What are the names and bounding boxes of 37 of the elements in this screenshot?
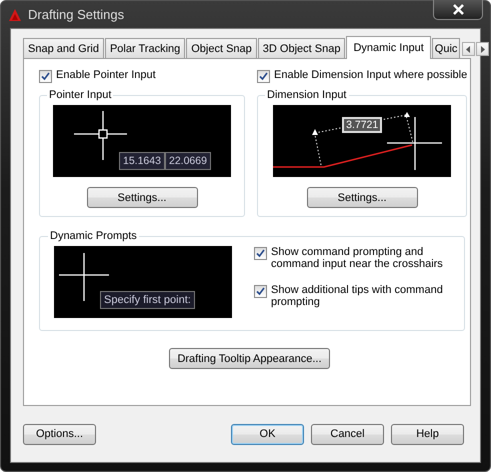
checkbox[interactable] [254, 247, 267, 260]
tab[interactable]: Polar Tracking [104, 38, 186, 58]
checkbox[interactable] [257, 70, 270, 83]
checkbox-label: Show command prompting and command input near the crosshairs [271, 246, 444, 270]
settings-button[interactable]: Settings... [306, 187, 418, 208]
tab[interactable]: Quic [432, 38, 460, 58]
group-title: Dimension Input [266, 89, 348, 101]
checkbox-label: Show additional tips with command prompting [271, 284, 444, 308]
tooltip-appearance-button[interactable]: Drafting Tooltip Appearance... [169, 348, 330, 369]
checkbox[interactable] [39, 70, 52, 83]
checkbox-label: Enable Pointer Input [56, 69, 156, 81]
crosshair-drawing [386, 116, 443, 171]
scroll-right-button[interactable] [476, 42, 490, 56]
tab[interactable]: Snap and Grid [23, 38, 104, 58]
close-button[interactable] [433, 0, 483, 20]
cancel-button[interactable]: Cancel [311, 424, 384, 444]
close-icon [452, 4, 464, 15]
prompt-tooltip: Specify first point: [100, 291, 195, 309]
tab[interactable]: Object Snap [186, 38, 257, 58]
tab[interactable]: 3D Object Snap [258, 38, 346, 58]
options-button[interactable]: Options... [23, 424, 96, 444]
scroll-left-button[interactable] [462, 42, 476, 56]
checkbox[interactable] [254, 285, 267, 298]
right-arrow-icon [480, 46, 486, 52]
coordinate-tooltip: 22.0669 [165, 152, 211, 170]
group-title: Dynamic Prompts [49, 230, 138, 242]
window-title: Drafting Settings [28, 7, 124, 22]
app-logo-icon [8, 8, 22, 22]
coordinate-tooltip: 15.1643 [119, 152, 165, 170]
tab[interactable]: Dynamic Input [346, 36, 431, 59]
settings-button[interactable]: Settings... [86, 187, 198, 208]
ok-button[interactable]: OK [231, 424, 304, 444]
group-title: Pointer Input [48, 89, 112, 101]
left-arrow-icon [466, 46, 472, 52]
checkbox-label: Enable Dimension Input where possible [274, 69, 468, 81]
help-button[interactable]: Help [391, 424, 464, 444]
dimension-tooltip: 3.7721 [342, 117, 382, 133]
